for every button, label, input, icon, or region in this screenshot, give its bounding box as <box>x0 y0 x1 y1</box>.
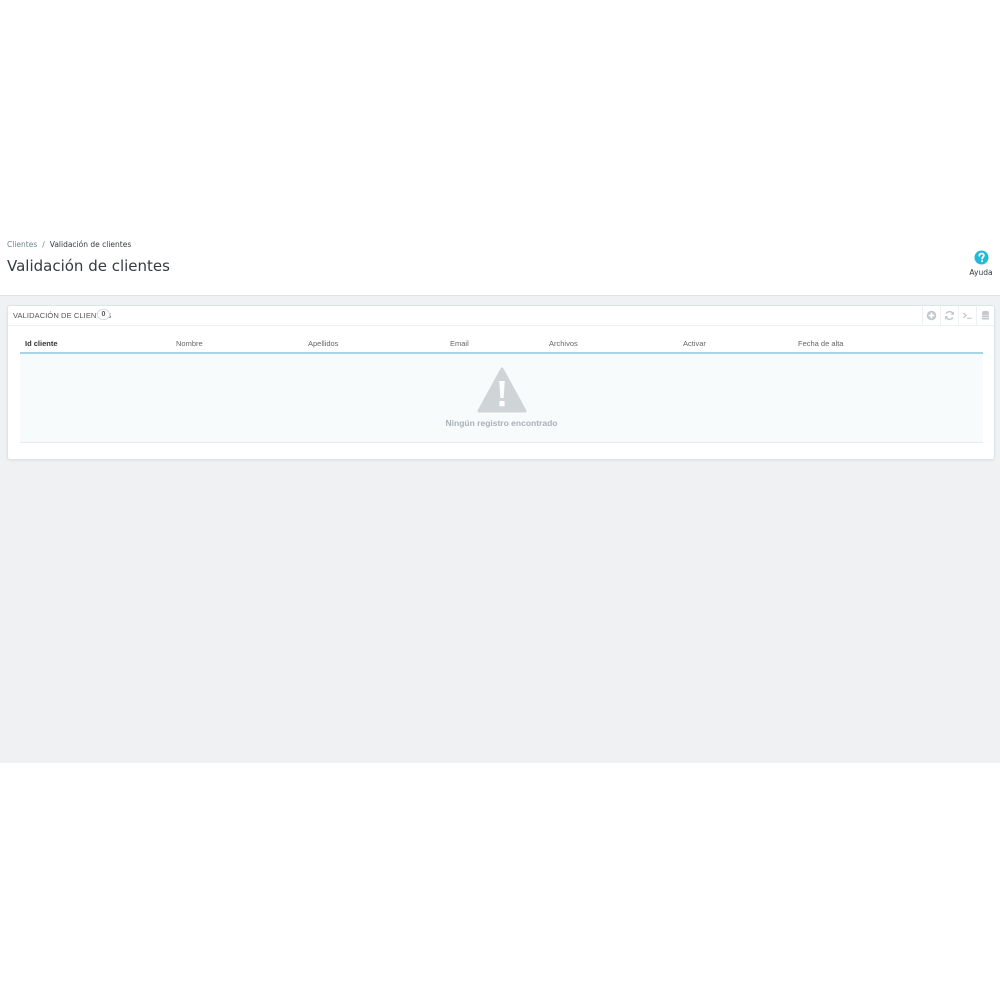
add-new-button[interactable] <box>922 306 940 325</box>
admin-screen: Clientes / Validación de clientes Validaci… <box>0 233 1000 763</box>
show-sql-query-button[interactable] <box>958 306 976 325</box>
column-header-activar[interactable]: Activar <box>678 335 793 354</box>
export-sql-manager-button[interactable] <box>976 306 994 325</box>
empty-message: Ningún registro encontrado <box>445 418 558 428</box>
refresh-list-button[interactable] <box>940 306 958 325</box>
customers-table: Id cliente Nombre Apellidos Email Archiv… <box>20 335 983 443</box>
breadcrumb-separator: / <box>42 240 45 249</box>
page-title: Validación de clientes <box>7 257 170 275</box>
breadcrumb: Clientes / Validación de clientes <box>7 240 131 249</box>
empty-table-row: Ningún registro encontrado <box>20 353 983 443</box>
column-header-fecha-de-alta[interactable]: Fecha de alta <box>793 335 983 354</box>
page-header: Clientes / Validación de clientes Validaci… <box>0 233 1000 296</box>
record-count-badge: 0 <box>97 309 110 320</box>
customers-validation-panel: VALIDACIÓN DE CLIENTES 0 Id cliente Nomb… <box>7 305 995 460</box>
column-header-id-cliente[interactable]: Id cliente <box>20 335 171 354</box>
column-header-archivos[interactable]: Archivos <box>544 335 678 354</box>
panel-heading: VALIDACIÓN DE CLIENTES 0 <box>8 306 994 326</box>
plus-circle-icon <box>926 310 937 321</box>
refresh-icon <box>945 310 954 321</box>
empty-state: Ningún registro encontrado <box>20 353 983 443</box>
column-header-nombre[interactable]: Nombre <box>171 335 303 354</box>
table-header-row: Id cliente Nombre Apellidos Email Archiv… <box>20 335 983 354</box>
terminal-icon <box>962 312 972 319</box>
panel-toolbar <box>922 306 994 325</box>
question-circle-icon <box>973 250 989 265</box>
help-label: Ayuda <box>969 268 993 277</box>
help-button[interactable]: Ayuda <box>969 250 993 277</box>
column-header-apellidos[interactable]: Apellidos <box>303 335 445 354</box>
breadcrumb-link-clientes[interactable]: Clientes <box>7 240 37 249</box>
warning-triangle-icon <box>477 367 526 413</box>
column-header-email[interactable]: Email <box>445 335 544 354</box>
database-icon <box>982 310 989 320</box>
breadcrumb-current: Validación de clientes <box>49 240 132 249</box>
